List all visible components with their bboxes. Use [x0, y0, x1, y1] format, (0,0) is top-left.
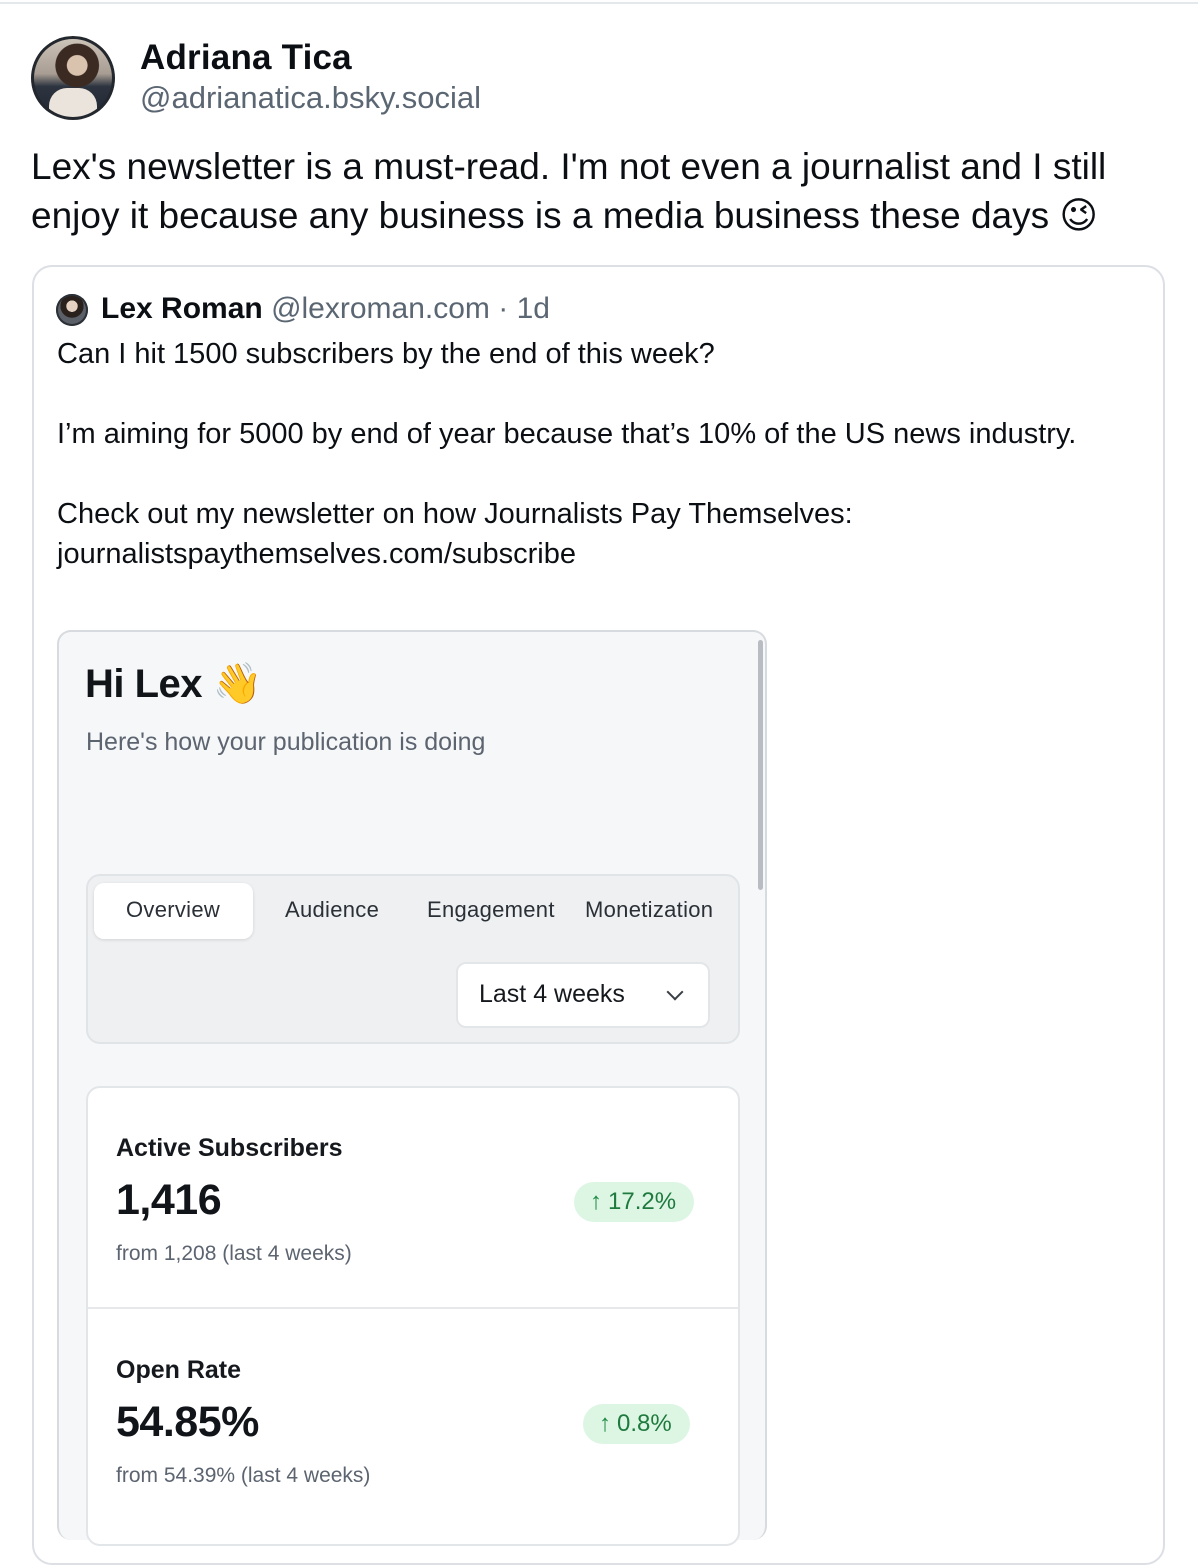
waving-hand-icon: 👋 [212, 662, 263, 706]
stat-from-open-rate: from 54.39% (last 4 weeks) [116, 1464, 371, 1487]
change-value: 0.8% [617, 1410, 672, 1437]
quote-text: Can I hit 1500 subscribers by the end of… [57, 338, 1077, 570]
quote-author-handle: @lexroman.com [271, 292, 490, 325]
quote-age: 1d [516, 292, 550, 325]
quote-separator: · [489, 292, 517, 325]
arrow-up-icon: ↑ [590, 1188, 602, 1215]
author-avatar[interactable] [31, 36, 115, 120]
author-handle[interactable]: @adrianatica.bsky.social [140, 80, 481, 116]
embed-scrollbar [758, 640, 763, 890]
top-divider [0, 2, 1198, 4]
tab-overview[interactable]: Overview [126, 897, 220, 923]
tab-monetization[interactable]: Monetization [585, 897, 713, 923]
stat-from-active-subscribers: from 1,208 (last 4 weeks) [116, 1242, 352, 1265]
quote-header: Lex Roman @lexroman.com · 1d [101, 292, 550, 326]
tab-audience[interactable]: Audience [285, 897, 379, 923]
tab-engagement[interactable]: Engagement [427, 897, 555, 923]
author-name[interactable]: Adriana Tica [140, 38, 352, 78]
stat-title-active-subscribers: Active Subscribers [116, 1134, 343, 1162]
quote-author-name: Lex Roman [101, 292, 263, 325]
stat-title-open-rate: Open Rate [116, 1356, 242, 1384]
stat-value-active-subscribers: 1,416 [116, 1176, 222, 1224]
dashboard-greeting: Hi Lex 👋 [85, 660, 262, 707]
change-badge-open-rate: ↑ 0.8% [583, 1404, 690, 1444]
period-select-value: Last 4 weeks [479, 980, 625, 1008]
greeting-text: Hi Lex [85, 662, 203, 706]
change-value: 17.2% [608, 1188, 677, 1215]
stat-value-open-rate: 54.85% [116, 1398, 259, 1446]
stat-divider [88, 1307, 738, 1309]
quote-author-avatar [56, 294, 88, 326]
post-text: Lex's newsletter is a must-read. I'm not… [31, 146, 1117, 236]
dashboard-subtitle: Here's how your publication is doing [86, 728, 486, 756]
arrow-up-icon: ↑ [599, 1410, 611, 1437]
change-badge-active-subscribers: ↑ 17.2% [574, 1182, 695, 1222]
